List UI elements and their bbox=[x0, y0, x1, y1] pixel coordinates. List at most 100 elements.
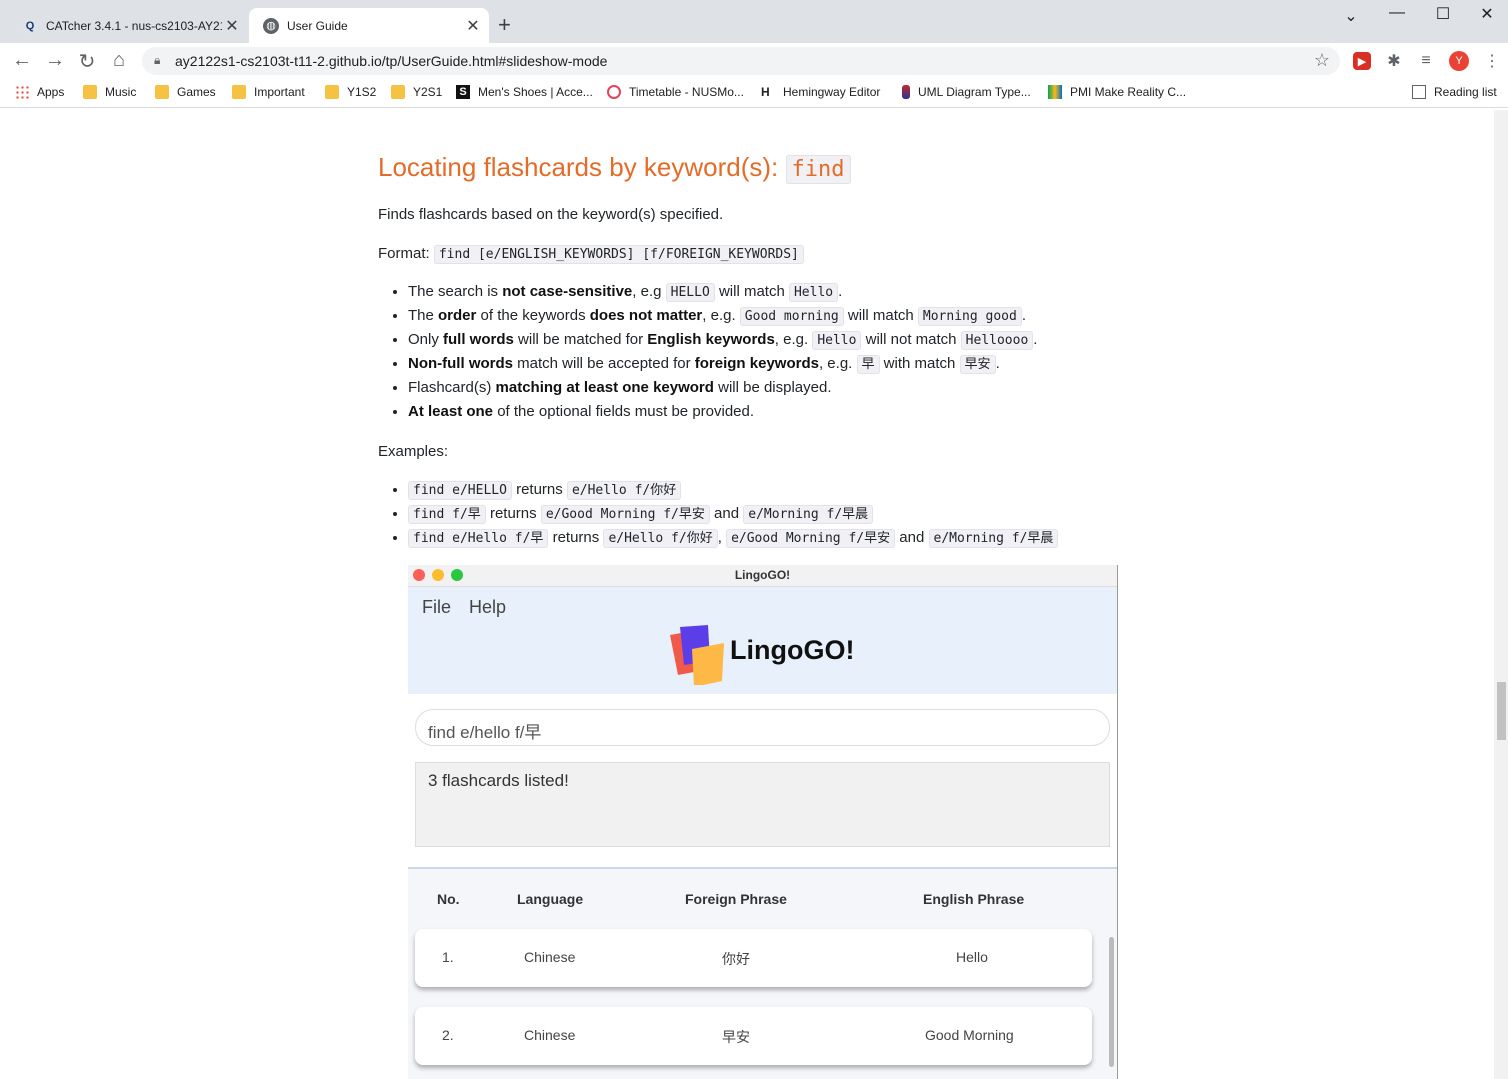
heading-text: Locating flashcards by keyword(s): bbox=[378, 152, 786, 182]
example-item: find e/Hello f/早 returns e/Hello f/你好, e… bbox=[408, 526, 1059, 550]
tab-catcher[interactable]: Q CATcher 3.4.1 - nus-cs2103-AY21 ✕ bbox=[8, 8, 248, 43]
flashcard-list-panel: No. Language Foreign Phrase English Phra… bbox=[408, 867, 1117, 1079]
nusmods-icon bbox=[607, 85, 621, 99]
scrollbar-thumb[interactable] bbox=[1497, 682, 1506, 740]
s-logo-icon: S bbox=[456, 85, 470, 99]
tab-search-icon[interactable]: ⌄ bbox=[1328, 6, 1374, 26]
bookmark-music[interactable]: Music bbox=[83, 85, 136, 99]
tab-user-guide[interactable]: ◍ User Guide ✕ bbox=[249, 8, 489, 43]
row-number: 1. bbox=[442, 949, 454, 965]
row-language: Chinese bbox=[524, 1027, 576, 1043]
tab-title: User Guide bbox=[287, 18, 348, 33]
bookmark-pmi[interactable]: PMI Make Reality C... bbox=[1048, 85, 1186, 99]
bookmark-apps[interactable]: Apps bbox=[15, 85, 64, 99]
hemingway-icon: H bbox=[761, 85, 770, 99]
list-scrollbar[interactable] bbox=[1109, 937, 1114, 1067]
media-control-icon[interactable]: ≡ bbox=[1417, 52, 1435, 70]
rule-item: Flashcard(s) matching at least one keywo… bbox=[408, 376, 1037, 400]
folder-icon bbox=[83, 85, 97, 99]
extensions-puzzle-icon[interactable]: ✱ bbox=[1385, 52, 1403, 70]
rules-list: The search is not case-sensitive, e.g HE… bbox=[408, 280, 1037, 424]
rule-item: The order of the keywords does not matte… bbox=[408, 304, 1037, 328]
bookmark-label: UML Diagram Type... bbox=[918, 85, 1031, 99]
reading-list-label: Reading list bbox=[1434, 85, 1497, 99]
bookmark-important[interactable]: Important bbox=[232, 85, 305, 99]
section-heading: Locating flashcards by keyword(s): find bbox=[378, 152, 851, 184]
bookmarks-bar: Apps Music Games Important Y1S2 Y2S1 S Me… bbox=[0, 79, 1508, 108]
menu-help[interactable]: Help bbox=[469, 597, 506, 618]
row-english-phrase: Good Morning bbox=[925, 1027, 1014, 1043]
bookmark-games[interactable]: Games bbox=[155, 85, 216, 99]
bookmark-label: Games bbox=[177, 85, 216, 99]
bookmark-label: Hemingway Editor bbox=[783, 85, 881, 99]
format-code: find [e/ENGLISH_KEYWORDS] [f/FOREIGN_KEY… bbox=[433, 245, 804, 264]
menu-file[interactable]: File bbox=[422, 597, 451, 618]
reading-list-button[interactable]: Reading list bbox=[1412, 85, 1497, 99]
minimize-button[interactable]: — bbox=[1374, 4, 1420, 22]
bookmark-star-icon[interactable]: ☆ bbox=[1314, 50, 1330, 71]
catcher-favicon-icon: Q bbox=[22, 17, 38, 34]
rule-item: At least one of the optional fields must… bbox=[408, 400, 1037, 424]
page-scrollbar[interactable] bbox=[1494, 110, 1508, 1079]
lock-icon: 🔒︎ bbox=[154, 53, 161, 67]
row-foreign-phrase: 你好 bbox=[722, 951, 750, 967]
folder-icon bbox=[155, 85, 169, 99]
rule-item: The search is not case-sensitive, e.g HE… bbox=[408, 280, 1037, 304]
app-window-title: LingoGO! bbox=[734, 568, 791, 582]
examples-list: find e/HELLO returns e/Hello f/你好 find f… bbox=[408, 478, 1059, 550]
result-display: 3 flashcards listed! bbox=[415, 762, 1110, 847]
rule-item: Only full words will be matched for Engl… bbox=[408, 328, 1037, 352]
flashcard-row[interactable]: 1. Chinese 你好 Hello bbox=[415, 929, 1092, 987]
forward-arrow-icon[interactable]: → bbox=[43, 49, 67, 72]
new-tab-button[interactable]: + bbox=[498, 12, 511, 38]
address-bar[interactable]: 🔒︎ ay2122s1-cs2103t-t11-2.github.io/tp/U… bbox=[142, 47, 1340, 75]
row-number: 2. bbox=[442, 1027, 454, 1043]
maximize-button[interactable]: ☐ bbox=[1420, 4, 1466, 24]
folder-icon bbox=[232, 85, 246, 99]
bookmark-hemingway[interactable]: H Hemingway Editor bbox=[761, 85, 880, 99]
tab-close-icon[interactable]: ✕ bbox=[222, 16, 242, 36]
bookmark-label: Important bbox=[254, 85, 305, 99]
app-titlebar: LingoGO! bbox=[408, 565, 1117, 587]
reload-icon[interactable]: ↻ bbox=[75, 49, 99, 74]
apps-grid-icon bbox=[15, 85, 29, 99]
more-menu-icon[interactable]: ⋮ bbox=[1483, 52, 1501, 70]
home-icon[interactable]: ⌂ bbox=[107, 49, 131, 72]
bookmark-y2s1[interactable]: Y2S1 bbox=[391, 85, 442, 99]
bookmark-label: Men's Shoes | Acce... bbox=[478, 85, 593, 99]
bookmark-label: Apps bbox=[37, 85, 65, 99]
format-label: Format: bbox=[378, 245, 434, 262]
bookmark-y1s2[interactable]: Y1S2 bbox=[325, 85, 376, 99]
profile-avatar[interactable]: Y bbox=[1449, 51, 1469, 71]
column-header-no: No. bbox=[437, 891, 460, 907]
bookmark-timetable[interactable]: Timetable - NUSMo... bbox=[607, 85, 744, 99]
close-window-button[interactable]: ✕ bbox=[1464, 4, 1508, 24]
flashcard-row[interactable]: 2. Chinese 早安 Good Morning bbox=[415, 1007, 1092, 1065]
example-item: find f/早 returns e/Good Morning f/早安 and… bbox=[408, 502, 1058, 526]
browser-toolbar: ← → ↻ ⌂ 🔒︎ ay2122s1-cs2103t-t11-2.github… bbox=[0, 43, 1508, 79]
extension-video-icon[interactable]: ▶ bbox=[1353, 52, 1371, 70]
column-header-english: English Phrase bbox=[923, 891, 1025, 907]
back-arrow-icon[interactable]: ← bbox=[10, 49, 34, 72]
tab-title: CATcher 3.4.1 - nus-cs2103-AY21 bbox=[46, 18, 222, 33]
uml-icon bbox=[902, 85, 910, 99]
globe-icon: ◍ bbox=[263, 17, 279, 34]
bookmark-label: Timetable - NUSMo... bbox=[629, 85, 744, 99]
row-foreign-phrase: 早安 bbox=[722, 1029, 750, 1045]
lingogo-app-screenshot: LingoGO! File Help LingoGO! find e/hello… bbox=[408, 565, 1118, 1079]
bookmark-mens-shoes[interactable]: S Men's Shoes | Acce... bbox=[456, 85, 593, 99]
column-header-language: Language bbox=[517, 891, 584, 907]
column-header-foreign: Foreign Phrase bbox=[685, 891, 787, 907]
app-menubar: File Help LingoGO! bbox=[408, 587, 1117, 694]
lingogo-logo-text: LingoGO! bbox=[730, 635, 855, 665]
tab-close-icon[interactable]: ✕ bbox=[463, 16, 483, 36]
command-input[interactable]: find e/hello f/早 bbox=[415, 709, 1110, 746]
bookmark-label: Music bbox=[105, 85, 137, 99]
row-english-phrase: Hello bbox=[956, 949, 988, 965]
example-item: find e/HELLO returns e/Hello f/你好 bbox=[408, 478, 1058, 502]
format-line: Format: find [e/ENGLISH_KEYWORDS] [f/FOR… bbox=[378, 245, 804, 264]
bookmark-uml[interactable]: UML Diagram Type... bbox=[899, 85, 1031, 99]
tab-strip: Q CATcher 3.4.1 - nus-cs2103-AY21 ✕ ◍ Us… bbox=[0, 0, 1508, 43]
bookmark-label: PMI Make Reality C... bbox=[1070, 85, 1187, 99]
intro-text: Finds flashcards based on the keyword(s)… bbox=[378, 206, 724, 223]
